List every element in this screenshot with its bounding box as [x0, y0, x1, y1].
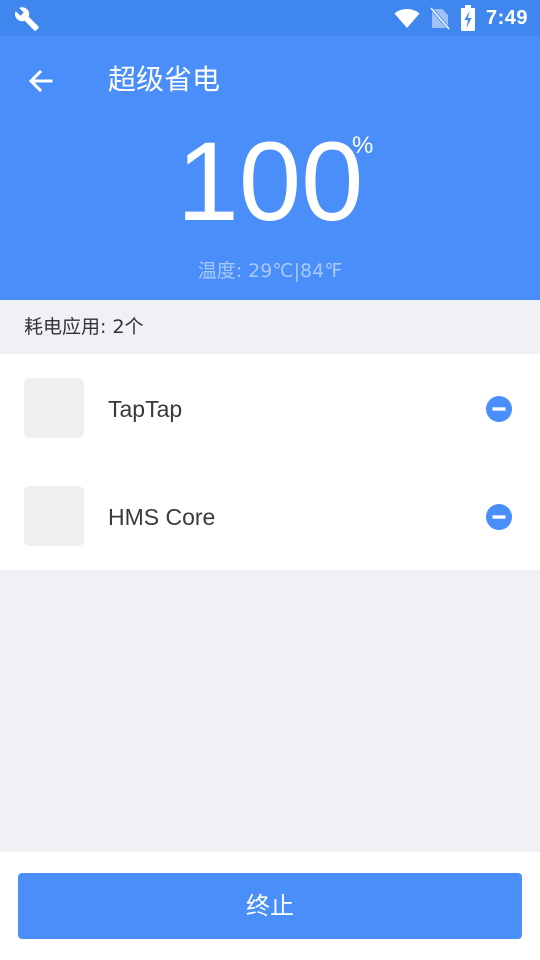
app-name: TapTap: [108, 396, 183, 422]
power-apps-label: 耗电应用: 2个: [24, 316, 144, 338]
list-item: TapTap: [0, 354, 540, 462]
app-icon: [24, 378, 84, 438]
app-name: HMS Core: [108, 504, 216, 530]
remove-icon[interactable]: [486, 504, 512, 530]
page-title: 超级省电: [108, 63, 221, 96]
clock: 7:49: [485, 6, 528, 29]
no-sim-icon: [429, 7, 450, 30]
temperature-text: 温度: 29℃|84℉: [197, 260, 343, 282]
remove-icon[interactable]: [486, 396, 512, 422]
status-bar: 7:49: [0, 0, 540, 36]
back-button[interactable]: [18, 58, 64, 104]
percent-sign: %: [352, 132, 374, 159]
battery-percent-value: 100: [176, 119, 364, 244]
battery-charging-icon: [460, 5, 475, 31]
stop-button[interactable]: 终止: [18, 873, 522, 939]
bottom-bar: 终止: [0, 852, 540, 960]
wifi-icon: [394, 9, 420, 28]
arrow-left-icon: [28, 69, 53, 93]
wrench-icon: [15, 7, 39, 31]
app-list: TapTap HMS Core: [0, 354, 540, 570]
header: 超级省电 100 % 温度: 29℃|84℉: [0, 36, 540, 300]
list-item: HMS Core: [0, 462, 540, 570]
app-icon: [24, 486, 84, 546]
